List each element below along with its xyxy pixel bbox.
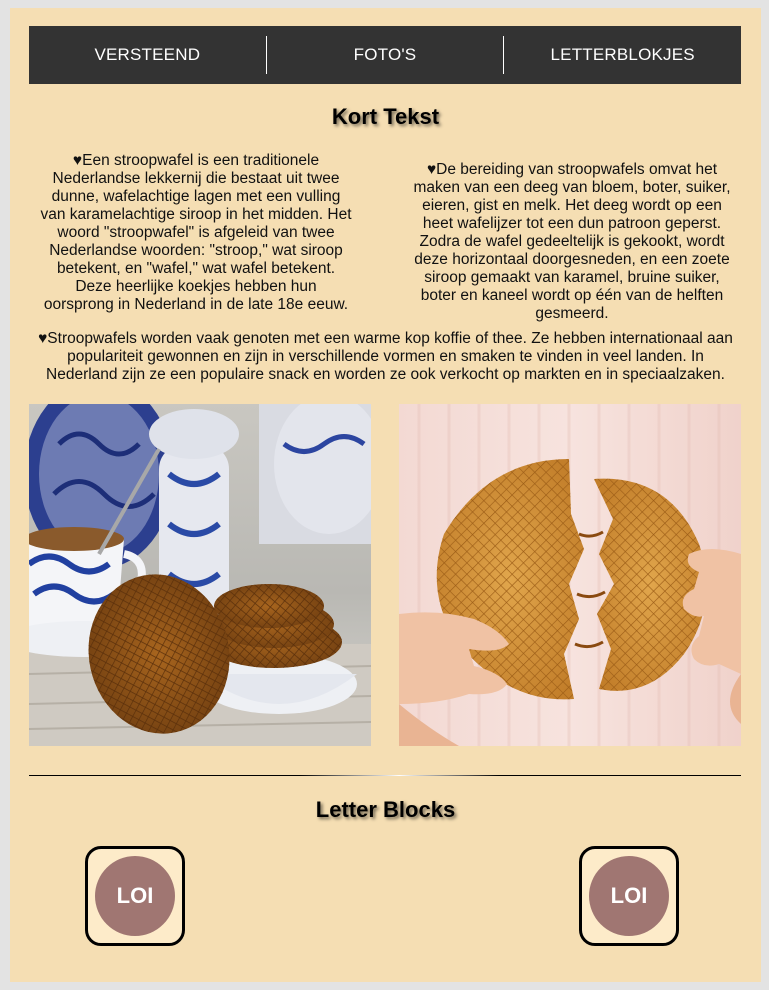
page: VERSTEEND FOTO'S LETTERBLOKJES Kort Teks… <box>10 8 761 982</box>
intro-paragraph-right: ♥De bereiding van stroopwafels omvat het… <box>413 161 731 322</box>
nav-item-versteend[interactable]: VERSTEEND <box>29 36 266 74</box>
letter-block-2[interactable]: LOI <box>579 846 679 946</box>
letter-block-1-label: LOI <box>95 856 175 936</box>
letter-block-2-label: LOI <box>589 856 669 936</box>
intro-paragraph-bottom: ♥Stroopwafels worden vaak genoten met ee… <box>38 330 733 383</box>
stroopwafels-with-delft-blue-teacup-photo <box>29 404 371 746</box>
section-divider <box>29 775 741 776</box>
nav-item-fotos[interactable]: FOTO'S <box>265 36 504 74</box>
nav-item-letterblokjes[interactable]: LETTERBLOKJES <box>503 36 741 74</box>
letter-block-1[interactable]: LOI <box>85 846 185 946</box>
intro-title: Kort Tekst <box>331 104 440 129</box>
letter-blocks-title: Letter Blocks <box>315 797 456 822</box>
top-navigation: VERSTEEND FOTO'S LETTERBLOKJES <box>29 26 741 84</box>
intro-paragraph-left: ♥Een stroopwafel is een traditionele Ned… <box>40 152 352 313</box>
stroopwafel-broken-in-hands-photo <box>399 404 741 746</box>
